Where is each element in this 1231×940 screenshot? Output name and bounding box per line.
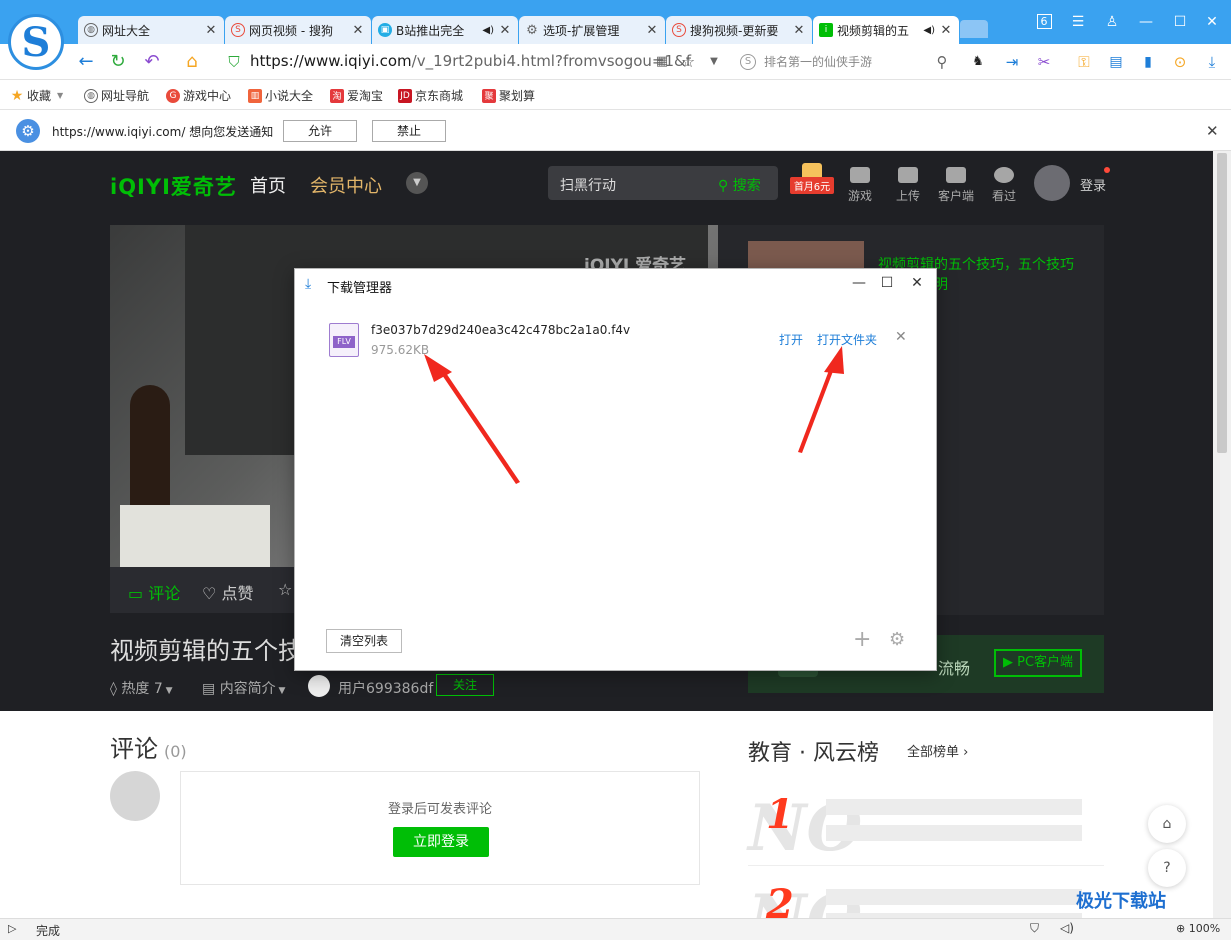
status-bar: ▷ 完成 ⛉ ◁) ⊕ 100% [0, 918, 1231, 940]
arrow-head [824, 346, 844, 374]
annotation-arrows [424, 346, 844, 484]
zoom-value: 100% [1188, 922, 1221, 935]
zoom-icon: ⊕ [1176, 922, 1189, 935]
zoom-level[interactable]: ⊕ 100% [1176, 922, 1220, 935]
shield-icon[interactable]: ⛉ [1030, 921, 1039, 936]
arrow-to-open-folder [798, 365, 835, 453]
status-text: 完成 [36, 924, 61, 938]
arrow-to-file-size [440, 370, 520, 484]
volume-icon[interactable]: ◁) [1060, 921, 1074, 935]
play-icon[interactable]: ▷ [8, 922, 16, 935]
sogou-browser-logo[interactable]: S [8, 14, 64, 70]
